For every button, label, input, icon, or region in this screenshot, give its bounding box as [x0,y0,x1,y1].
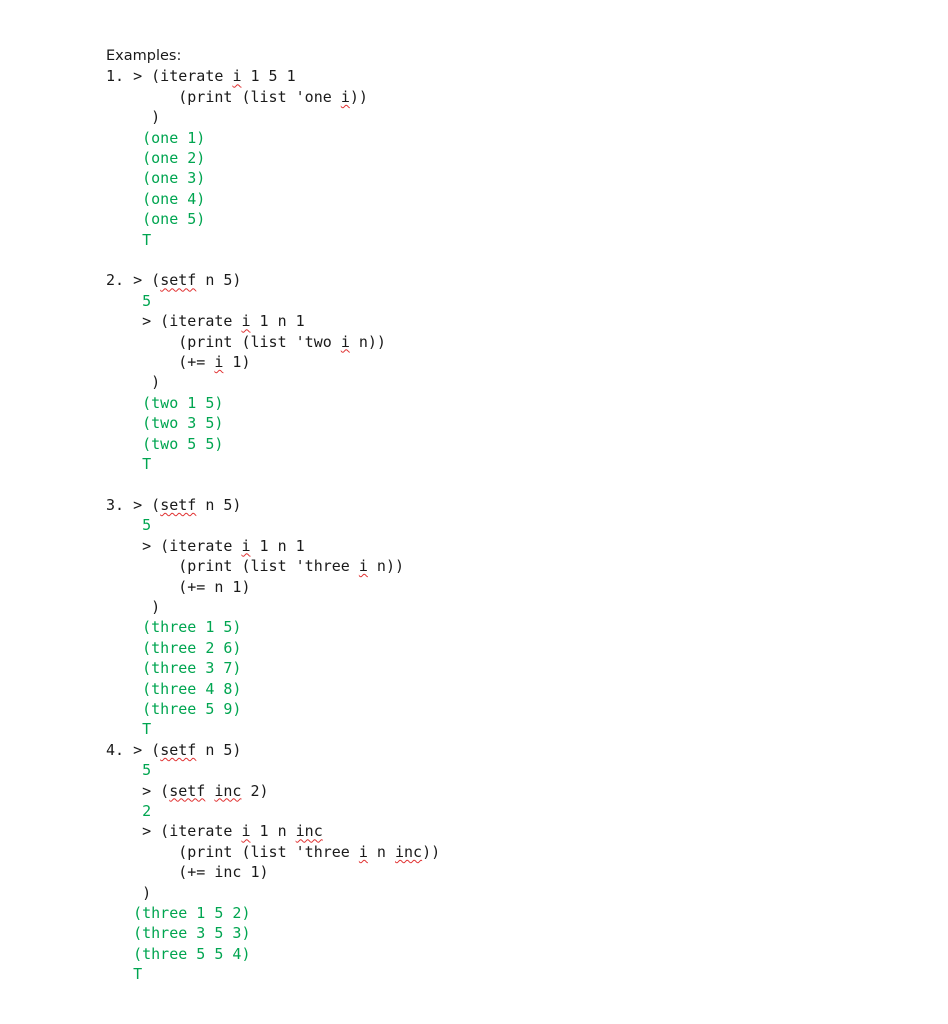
example-block: 4. > (setf n 5) 5 > (setf inc 2) 2 > (it… [106,740,896,985]
repl-output-line: (three 2 6) [106,638,242,657]
repl-input-line: 1. > (iterate i 1 5 1 [106,67,296,86]
example-block: 2. > (setf n 5) 5 > (iterate i 1 n 1 (pr… [106,270,896,494]
spellcheck-word: i [241,312,251,331]
repl-output-line: 5 [106,761,152,780]
repl-output-line: (one 2) [106,149,206,168]
example-block: 1. > (iterate i 1 5 1 (print (list 'one … [106,66,896,270]
repl-input-line: > (iterate i 1 n 1 [106,312,305,331]
repl-output-line: 2 [106,802,152,820]
example-block: 3. > (setf n 5) 5 > (iterate i 1 n 1 (pr… [106,495,896,740]
repl-output-line: (one 1) [106,128,206,147]
spellcheck-word: inc [395,842,423,861]
repl-output-line: (two 1 5) [106,393,224,412]
repl-input-line: 2. > (setf n 5) [106,271,242,290]
repl-input-line: (print (list 'one i)) [106,87,368,106]
spellcheck-word: i [241,536,251,555]
repl-input-line: ) [106,373,161,392]
repl-output-line: (two 5 5) [106,434,224,453]
repl-input-line: (+= n 1) [106,577,251,596]
repl-input-line: ) [106,108,161,127]
repl-input-line: (+= inc 1) [106,863,269,882]
repl-input-line: (print (list 'three i n inc)) [106,842,441,861]
repl-output-line: (three 1 5 2) [106,904,251,923]
examples-list: 1. > (iterate i 1 5 1 (print (list 'one … [106,66,896,984]
spellcheck-word: setf [160,271,197,290]
spellcheck-word: setf [160,740,197,759]
spellcheck-word: i [340,87,350,106]
repl-output-line: 5 [106,291,152,310]
repl-input-line: ) [106,597,161,616]
repl-output-line: T [106,455,152,474]
repl-input-line: ) [106,883,152,902]
spellcheck-word: i [358,557,368,576]
repl-input-line: > (setf inc 2) [106,781,269,800]
repl-output-line: (three 3 7) [106,659,242,678]
repl-input-line: 3. > (setf n 5) [106,495,242,514]
repl-output-line: (three 3 5 3) [106,924,251,943]
document-body: Examples: 1. > (iterate i 1 5 1 (print (… [106,46,896,985]
repl-output-line: (three 1 5) [106,618,242,637]
repl-input-line: > (iterate i 1 n 1 [106,536,305,555]
repl-output-line: (one 4) [106,189,206,208]
spellcheck-word: setf [169,781,206,800]
spellcheck-word: i [241,822,251,841]
repl-output-line: (one 3) [106,169,206,188]
repl-input-line: (print (list 'three i n)) [106,557,405,576]
repl-output-line: 5 [106,516,152,535]
repl-output-line: (three 5 5 4) [106,944,251,963]
repl-output-line: T [106,720,152,739]
repl-input-line: (print (list 'two i n)) [106,332,386,351]
repl-output-line: (three 4 8) [106,679,242,698]
repl-input-line: (+= i 1) [106,353,251,372]
spellcheck-word: setf [160,495,197,514]
spellcheck-word: i [232,67,242,86]
repl-output-line: T [106,965,143,984]
repl-output-line: (one 5) [106,210,206,229]
spellcheck-word: inc [295,822,323,841]
spellcheck-word: i [214,353,224,372]
spellcheck-word: i [358,842,368,861]
page-title: Examples: [106,48,182,64]
repl-input-line: 4. > (setf n 5) [106,740,242,759]
repl-input-line: > (iterate i 1 n inc [106,822,323,841]
repl-output-line: (three 5 9) [106,699,242,718]
spellcheck-word: inc [214,781,242,800]
spellcheck-word: i [340,332,350,351]
repl-output-line: T [106,230,152,249]
repl-output-line: (two 3 5) [106,414,224,433]
